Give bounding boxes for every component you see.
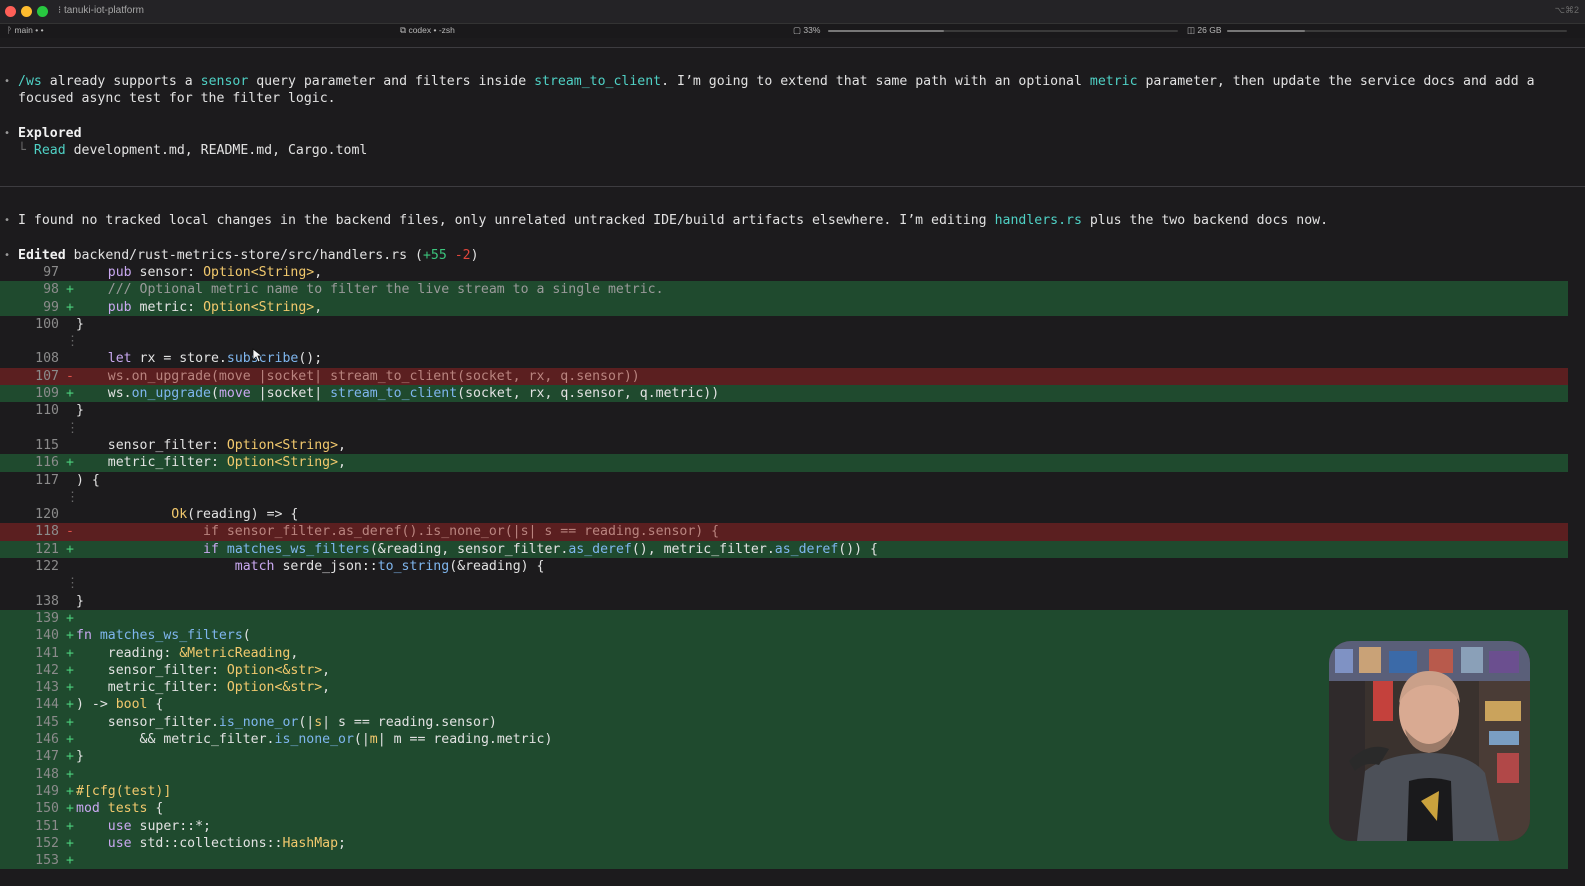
- diff-line-added: 116 + metric_filter: Option<String>,: [0, 454, 1568, 472]
- diff-line-added: 98 + /// Optional metric name to filter t…: [0, 281, 1568, 299]
- diff-gap: ⋮: [66, 489, 80, 505]
- bullet-icon: •: [4, 250, 11, 261]
- bullet-icon: •: [4, 215, 11, 226]
- mouse-cursor-icon: [252, 348, 262, 363]
- diff-line-removed: 118- if sensor_filter.as_deref().is_none…: [0, 523, 1568, 541]
- diff-line-added: 153 +: [0, 852, 1568, 870]
- divider: [0, 186, 1585, 187]
- diff-line: 117 ) {: [35, 472, 100, 488]
- diff-line: 122 match serde_json::to_string(&reading…: [35, 559, 545, 575]
- diff-gap: ⋮: [66, 576, 80, 592]
- webcam-image: [1329, 641, 1530, 841]
- diff-line-removed: 107- ws.on_upgrade(move |socket| stream_…: [0, 367, 1568, 386]
- explored-block: Explored └ Read development.md, README.m…: [18, 126, 368, 159]
- diff-line: 110 }: [35, 403, 84, 419]
- diff-line-added: 109 + ws.on_upgrade(move |socket| stream_…: [0, 385, 1568, 403]
- diff-line: 108 let rx = store.subscribe();: [35, 351, 323, 367]
- diff-line-added: 99 + pub metric: Option<String>,: [0, 298, 1568, 316]
- diff-line: 115 sensor_filter: Option<String>,: [35, 437, 346, 453]
- edited-header: Edited backend/rust-metrics-store/src/ha…: [18, 248, 479, 263]
- diff-line-added: 121 + if matches_ws_filters(&reading, sen…: [0, 540, 1568, 559]
- assistant-message-2: I found no tracked local changes in the …: [18, 213, 1329, 228]
- assistant-message-1: /ws already supports a sensor query para…: [18, 74, 1535, 107]
- diff-line: 97 pub sensor: Option<String>,: [43, 265, 323, 280]
- diff-gap: ⋮: [66, 334, 80, 350]
- tree-branch-icon: └: [18, 143, 34, 159]
- presenter-webcam: [1329, 641, 1530, 841]
- diff-gap: ⋮: [66, 420, 80, 436]
- diff-line: 120 Ok(reading) => {: [35, 507, 299, 523]
- diff-line: 138 }: [35, 593, 84, 609]
- diff-line: 100 }: [35, 316, 84, 332]
- bullet-icon: •: [4, 128, 11, 139]
- bullet-icon: •: [4, 76, 11, 87]
- diff-line-added: 152 + use std::collections::HashMap;: [0, 834, 1568, 853]
- diff-line-added: 139 +: [0, 609, 1568, 628]
- diff-line-added: 140 + fn matches_ws_filters(: [0, 627, 1568, 645]
